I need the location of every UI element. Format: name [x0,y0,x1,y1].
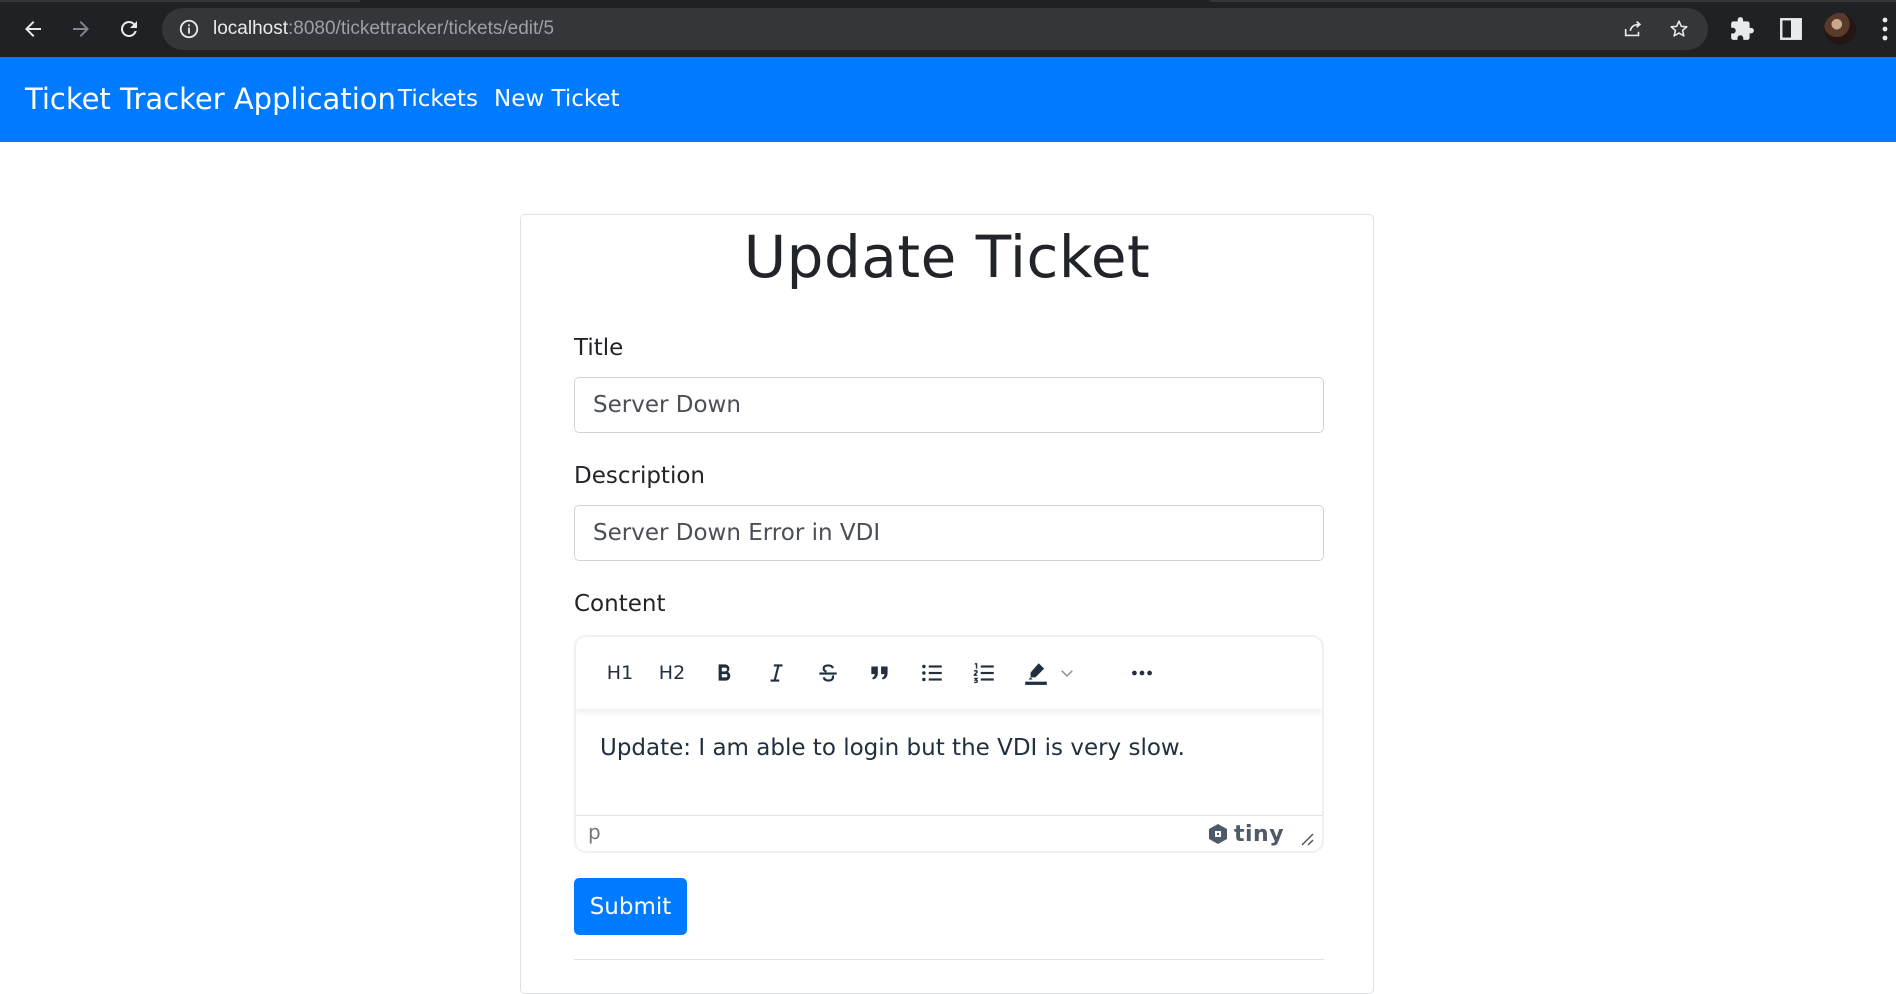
tab-strip [1520,0,1896,2]
submit-button[interactable]: Submit [574,878,687,935]
editor-statusbar: p tiny [576,815,1322,851]
blockquote-icon [871,666,888,680]
card-divider [574,959,1324,960]
menu-kebab-icon[interactable] [1880,15,1890,43]
url-text[interactable]: localhost:8080/tickettracker/tickets/edi… [213,8,554,50]
editor-content[interactable]: Update: I am able to login but the VDI i… [600,735,1185,761]
reload-button[interactable] [110,10,148,48]
resize-handle-icon[interactable] [1300,832,1314,846]
address-bar[interactable]: localhost:8080/tickettracker/tickets/edi… [162,8,1708,50]
strikethrough-button[interactable] [808,653,848,693]
blockquote-button[interactable] [860,653,900,693]
browser-chrome: localhost:8080/tickettracker/tickets/edi… [0,0,1896,57]
url-path: :8080/tickettracker/tickets/edit/5 [288,18,555,39]
nav-link-tickets[interactable]: Tickets [398,57,478,142]
italic-button[interactable] [756,653,796,693]
more-icon [1132,670,1152,676]
italic-icon [770,664,783,682]
chevron-down-icon [1061,670,1073,678]
app-navbar: Ticket Tracker Application Tickets New T… [0,57,1896,142]
bullet-list-icon [922,664,942,682]
strikethrough-icon [819,664,837,682]
info-icon[interactable] [178,18,200,40]
element-path[interactable]: p [588,820,601,844]
numbered-list-button[interactable] [964,653,1004,693]
url-host: localhost [213,18,288,39]
profile-avatar[interactable] [1824,13,1856,45]
extensions-puzzle-icon[interactable] [1729,16,1755,42]
description-label: Description [574,463,705,489]
highlight-button[interactable] [1016,653,1056,693]
heading-1-button[interactable]: H1 [600,653,640,693]
share-icon[interactable] [1622,18,1644,40]
bullet-list-button[interactable] [912,653,952,693]
reload-icon [120,20,137,37]
nav-link-new-ticket[interactable]: New Ticket [494,57,620,142]
tab-strip [0,0,360,2]
back-button[interactable] [14,10,52,48]
more-button[interactable] [1122,653,1162,693]
page-title: Update Ticket [743,223,1151,291]
bold-button[interactable] [704,653,744,693]
brand-link[interactable]: Ticket Tracker Application [25,57,396,142]
bold-icon [718,664,731,681]
update-ticket-card: Update Ticket Title Description Content … [520,214,1374,994]
description-input[interactable] [574,505,1324,561]
tiny-branding-link[interactable]: tiny [1206,821,1284,847]
heading-2-button[interactable]: H2 [652,653,692,693]
content-label: Content [574,591,666,617]
tiny-brand-text: tiny [1234,821,1285,847]
forward-button[interactable] [62,10,100,48]
editor-toolbar: H1 H2 [576,637,1322,709]
highlight-dropdown-button[interactable] [1054,653,1080,693]
back-arrow-icon [25,21,41,37]
forward-arrow-icon [73,21,89,37]
bookmark-star-icon[interactable] [1668,18,1690,40]
title-label: Title [574,335,624,361]
tiny-logo-icon [1209,824,1227,844]
side-panel-icon[interactable] [1778,16,1804,42]
numbered-list-icon [973,663,994,684]
content-editor: H1 H2 Update: I am able to login but the… [574,635,1324,853]
title-input[interactable] [574,377,1324,433]
tab-strip [1210,0,1520,2]
highlight-icon [1025,663,1047,685]
